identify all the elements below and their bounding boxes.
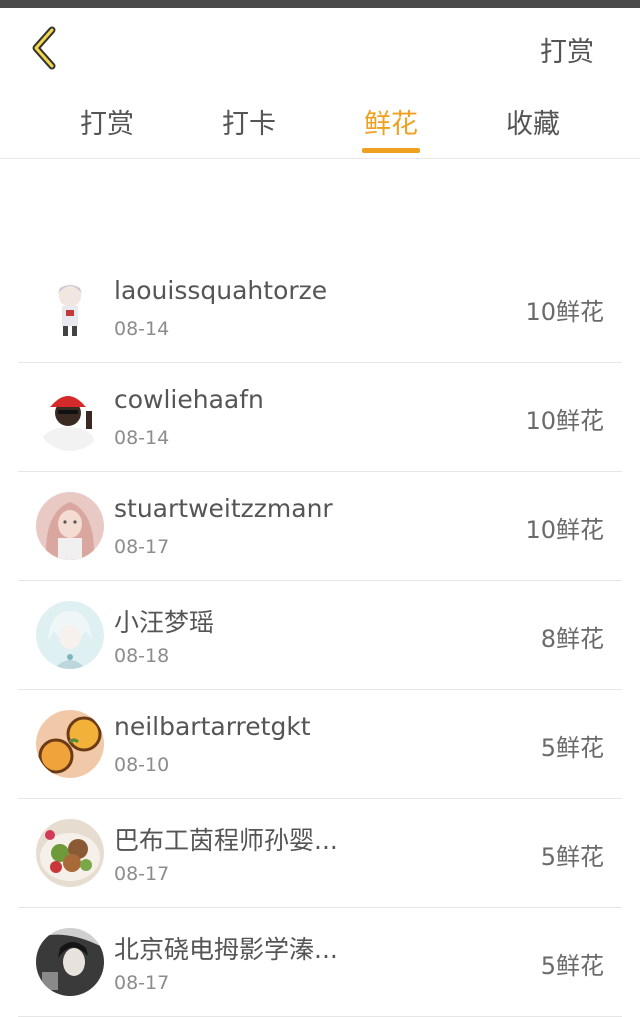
list-item[interactable]: stuartweitzzmanr 08-17 10鲜花 xyxy=(18,472,622,581)
gift-date: 08-14 xyxy=(114,318,170,340)
anime-figure-avatar xyxy=(36,274,104,342)
tab-bar: 打赏 打卡 鲜花 收藏 xyxy=(0,88,640,159)
dark-portrait-avatar xyxy=(36,928,104,996)
flower-count: 10鲜花 xyxy=(525,298,604,326)
flower-count: 5鲜花 xyxy=(540,843,604,871)
user-name: 北京硗电拇影学溱... xyxy=(114,935,338,964)
tab-favorites[interactable]: 收藏 xyxy=(506,102,560,141)
tab-flowers[interactable]: 鲜花 xyxy=(364,102,418,141)
list-item[interactable]: 小汪梦瑶 08-18 8鲜花 xyxy=(18,581,622,690)
gift-date: 08-18 xyxy=(114,645,170,667)
list-item[interactable]: 北京硗电拇影学溱... 08-17 5鲜花 xyxy=(18,908,622,1017)
active-tab-indicator xyxy=(362,148,420,153)
chevron-left-icon xyxy=(32,26,56,70)
user-name: neilbartarretgkt xyxy=(114,712,311,741)
pale-anime-avatar xyxy=(36,601,104,669)
user-name: laouissquahtorze xyxy=(114,276,328,305)
status-bar-strip xyxy=(0,0,640,8)
list-item[interactable]: cowliehaafn 08-14 10鲜花 xyxy=(18,363,622,472)
flower-count: 8鲜花 xyxy=(540,625,604,653)
gift-date: 08-14 xyxy=(114,427,170,449)
list-item[interactable]: neilbartarretgkt 08-10 5鲜花 xyxy=(18,690,622,799)
pink-hair-girl-avatar xyxy=(36,492,104,560)
red-cap-man-avatar xyxy=(36,383,104,451)
flower-count: 10鲜花 xyxy=(525,407,604,435)
top-bar: 打赏 xyxy=(0,8,640,88)
flower-list: laouissquahtorze 08-14 10鲜花 cowliehaafn … xyxy=(18,254,622,1017)
tab-checkin[interactable]: 打卡 xyxy=(222,102,276,141)
salad-food-avatar xyxy=(36,819,104,887)
gift-date: 08-10 xyxy=(114,754,170,776)
gift-date: 08-17 xyxy=(114,972,170,994)
list-item[interactable]: 巴布工茵程师孙婴... 08-17 5鲜花 xyxy=(18,799,622,908)
tab-reward[interactable]: 打赏 xyxy=(80,102,134,141)
list-item[interactable]: laouissquahtorze 08-14 10鲜花 xyxy=(18,254,622,363)
user-name: 小汪梦瑶 xyxy=(114,608,215,637)
user-name: 巴布工茵程师孙婴... xyxy=(114,826,338,855)
flower-count: 5鲜花 xyxy=(540,734,604,762)
gift-date: 08-17 xyxy=(114,536,170,558)
back-button[interactable] xyxy=(18,22,68,74)
flower-count: 10鲜花 xyxy=(525,516,604,544)
user-name: stuartweitzzmanr xyxy=(114,494,333,523)
user-name: cowliehaafn xyxy=(114,385,264,414)
flower-count: 5鲜花 xyxy=(540,952,604,980)
orange-food-avatar xyxy=(36,710,104,778)
gift-date: 08-17 xyxy=(114,863,170,885)
reward-action-button[interactable]: 打赏 xyxy=(540,30,594,69)
